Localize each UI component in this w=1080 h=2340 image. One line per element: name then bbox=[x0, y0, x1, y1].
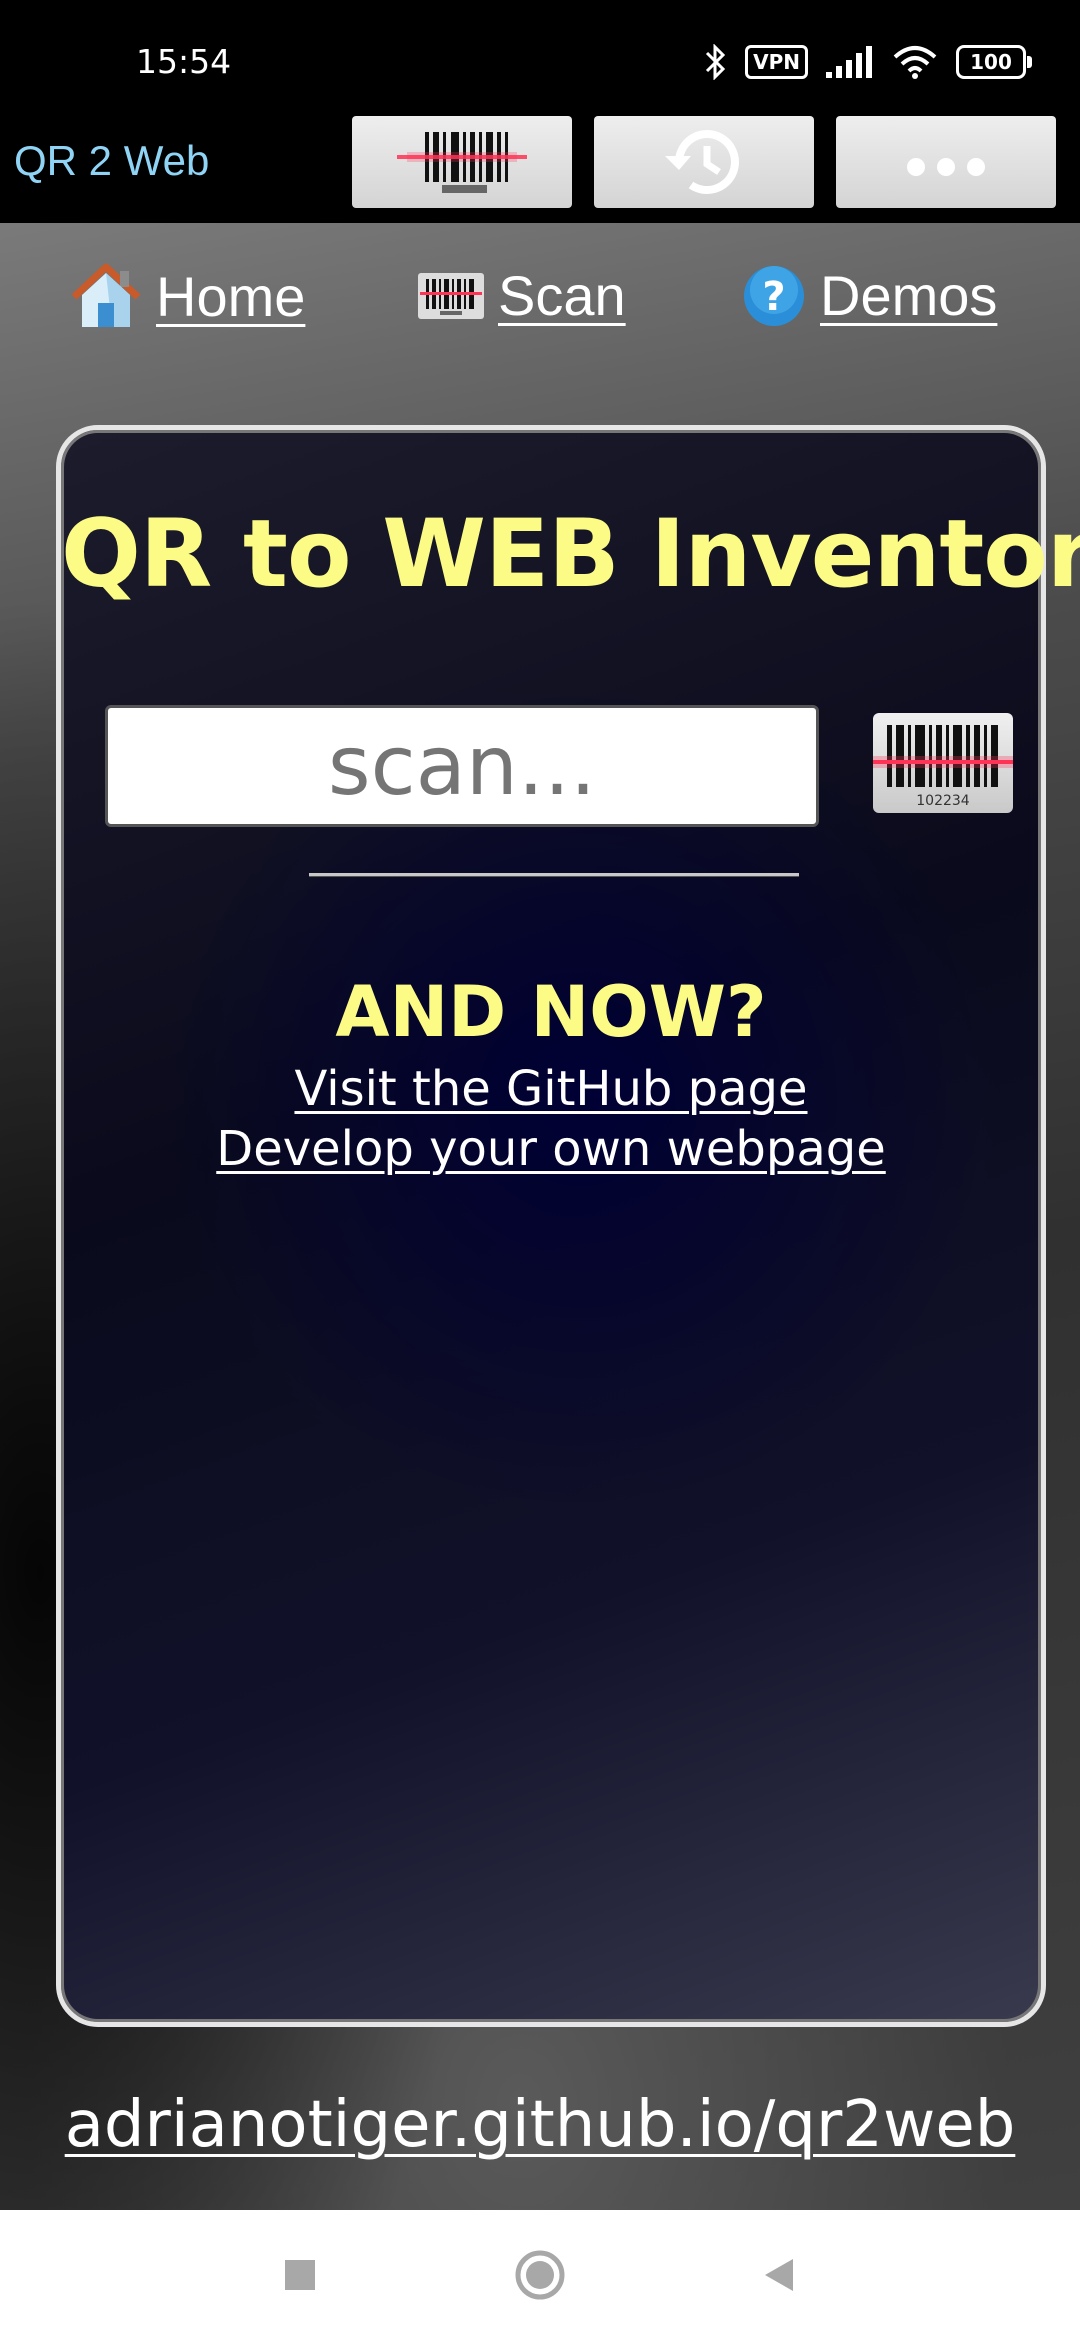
app-title: QR 2 Web bbox=[14, 137, 210, 184]
develop-link[interactable]: Develop your own webpage bbox=[61, 1121, 1041, 1177]
and-now-heading: AND NOW? bbox=[335, 971, 767, 1053]
circle-icon bbox=[515, 2250, 565, 2300]
history-button[interactable] bbox=[594, 116, 814, 208]
nav-item-demos[interactable]: ? Demos bbox=[742, 263, 997, 328]
nav-label-demos: Demos bbox=[820, 264, 998, 327]
scan-input[interactable] bbox=[105, 705, 819, 827]
nav-label-home: Home bbox=[156, 264, 306, 328]
barcode-icon bbox=[418, 272, 484, 319]
back-triangle-icon bbox=[765, 2259, 793, 2291]
home-button[interactable] bbox=[510, 2245, 570, 2305]
inventory-card: QR to WEB Inventory 102234 bbox=[56, 425, 1080, 2027]
back-button[interactable] bbox=[758, 2255, 798, 2295]
status-bar: 15:54 VPN 100 bbox=[0, 0, 1080, 115]
square-icon bbox=[285, 2260, 315, 2290]
github-link[interactable]: Visit the GitHub page bbox=[61, 1061, 1041, 1117]
nav-item-scan[interactable]: Scan bbox=[418, 263, 626, 328]
barcode-icon: 102234 bbox=[873, 725, 1013, 809]
scan-barcode-button[interactable] bbox=[352, 116, 572, 208]
battery-icon: 100 bbox=[956, 45, 1032, 79]
history-icon bbox=[665, 130, 739, 195]
status-icons: VPN 100 bbox=[705, 40, 1032, 84]
more-dots-icon bbox=[907, 158, 985, 176]
nav-item-home[interactable]: Home bbox=[70, 263, 305, 329]
status-time: 15:54 bbox=[136, 42, 232, 81]
divider bbox=[309, 873, 799, 877]
footer-link[interactable]: adrianotiger.github.io/qr2web bbox=[0, 2088, 1080, 2162]
page-title: QR to WEB Inventory bbox=[61, 500, 1080, 609]
system-nav-bar bbox=[0, 2210, 1080, 2340]
nav-label-scan: Scan bbox=[498, 264, 626, 327]
main-page: Home Scan ? Demos QR to WEB Inventory sc… bbox=[0, 223, 1080, 2210]
home-icon bbox=[70, 263, 142, 329]
help-icon: ? bbox=[742, 264, 806, 328]
signal-icon bbox=[826, 46, 872, 78]
scan-button[interactable]: 102234 bbox=[873, 713, 1013, 813]
barcode-icon bbox=[397, 132, 527, 193]
barcode-number: 102234 bbox=[916, 793, 970, 809]
recents-button[interactable] bbox=[280, 2255, 320, 2295]
wifi-icon bbox=[893, 46, 937, 79]
app-bar: QR 2 Web bbox=[0, 115, 1080, 223]
top-nav: Home Scan ? Demos bbox=[0, 263, 1080, 363]
svg-text:?: ? bbox=[762, 274, 785, 320]
bluetooth-icon bbox=[706, 44, 726, 80]
more-options-button[interactable] bbox=[836, 116, 1056, 208]
vpn-icon: VPN bbox=[745, 45, 808, 79]
